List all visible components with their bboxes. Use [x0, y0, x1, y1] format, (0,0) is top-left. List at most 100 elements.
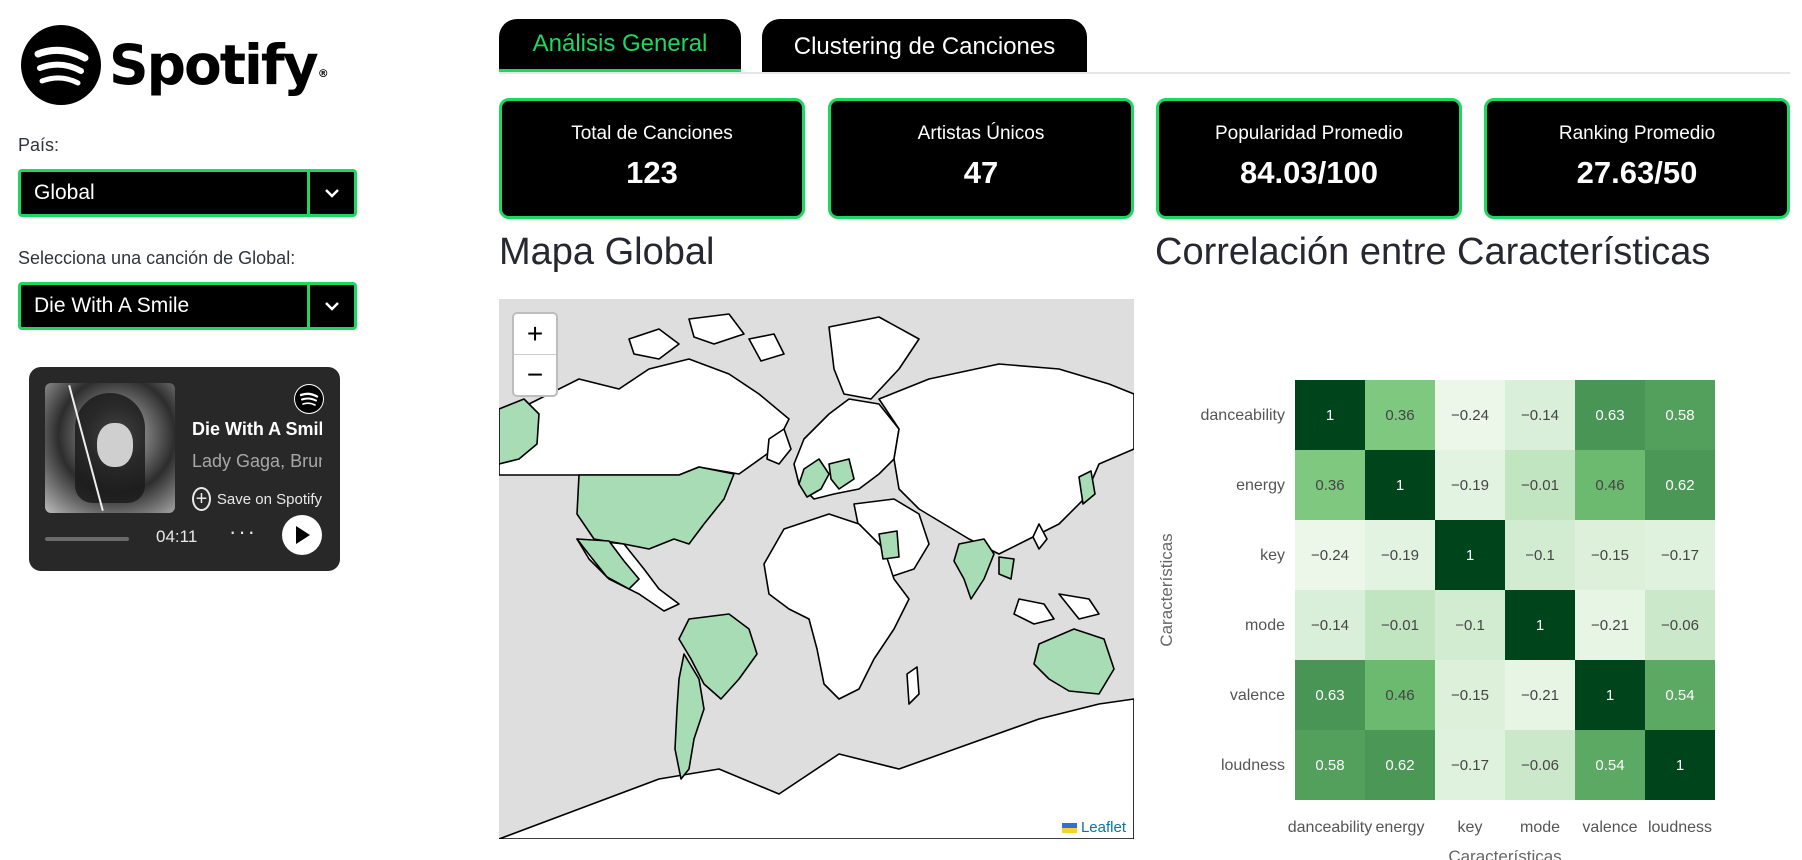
heatmap-cell-label: −0.24 — [1311, 547, 1349, 564]
album-cover[interactable] — [45, 383, 175, 513]
spotify-icon — [21, 25, 101, 105]
heatmap-cell-label: 1 — [1326, 407, 1334, 424]
spotify-icon[interactable] — [294, 384, 324, 414]
heatmap-cell-label: −0.1 — [1455, 617, 1485, 634]
zoom-out-button[interactable]: − — [514, 354, 556, 395]
metric-value: 123 — [626, 155, 678, 190]
world-map[interactable]: + − Leaflet — [499, 299, 1134, 839]
save-on-spotify-button[interactable]: + Save on Spotify — [192, 487, 322, 511]
heatmap-cell-label: −0.06 — [1521, 757, 1559, 774]
y-tick-label: danceability — [1201, 407, 1286, 424]
zoom-control[interactable]: + − — [512, 312, 558, 397]
y-tick-label: energy — [1236, 477, 1285, 494]
metric-label: Popularidad Promedio — [1214, 123, 1403, 144]
country-select-value: Global — [34, 181, 95, 204]
metric-value: 27.63/50 — [1576, 155, 1698, 190]
song-label: Selecciona una canción de Global: — [18, 248, 296, 268]
heatmap-cell-label: −0.21 — [1591, 617, 1629, 634]
heatmap-cell-label: 0.58 — [1665, 407, 1694, 424]
x-tick-label: energy — [1376, 819, 1425, 836]
heatmap-cell-label: −0.17 — [1661, 547, 1699, 564]
heatmap-cell-label: 1 — [1606, 687, 1614, 704]
zoom-in-button[interactable]: + — [514, 314, 556, 354]
metric-total-canciones: Total de Canciones 123 — [499, 98, 805, 219]
heatmap-cell-label: −0.24 — [1451, 407, 1489, 424]
heatmap-cell-label: 0.62 — [1665, 477, 1694, 494]
heatmap-cell-label: −0.19 — [1451, 477, 1489, 494]
y-tick-label: key — [1260, 547, 1285, 564]
metric-label: Total de Canciones — [571, 123, 733, 144]
logo-wordmark: Spotify — [109, 32, 319, 97]
chevron-down-icon[interactable] — [307, 285, 354, 327]
heatmap-cell-label: −0.21 — [1521, 687, 1559, 704]
heatmap-cell-label: −0.06 — [1661, 617, 1699, 634]
tab-divider — [499, 72, 1790, 74]
heatmap-cell-label: −0.15 — [1451, 687, 1489, 704]
x-tick-label: key — [1458, 819, 1483, 836]
heatmap-title: Correlación entre Características — [1155, 231, 1711, 273]
tab-analisis-general[interactable]: Análisis General — [499, 19, 741, 74]
heatmap-cell-label: 1 — [1396, 477, 1404, 494]
track-artists[interactable]: Lady Gaga, Bruno Mars — [192, 451, 322, 472]
progress-bar[interactable] — [45, 537, 129, 541]
heatmap-cell-label: −0.19 — [1381, 547, 1419, 564]
spotify-logo: Spotify ® — [21, 25, 329, 105]
x-tick-label: valence — [1582, 819, 1637, 836]
chevron-down-icon[interactable] — [307, 172, 354, 214]
song-select-value: Die With A Smile — [34, 294, 190, 317]
heatmap-cell-label: 0.63 — [1595, 407, 1624, 424]
save-label: Save on Spotify — [216, 490, 322, 508]
x-axis-title: Características — [1448, 847, 1561, 860]
heatmap-cell-label: 0.58 — [1315, 757, 1344, 774]
y-tick-label: valence — [1230, 687, 1285, 704]
heatmap-cell-label: 0.46 — [1595, 477, 1624, 494]
metric-ranking: Ranking Promedio 27.63/50 — [1484, 98, 1790, 219]
metric-value: 47 — [963, 155, 999, 190]
x-tick-label: loudness — [1648, 819, 1712, 836]
attribution-link[interactable]: Leaflet — [1081, 819, 1126, 836]
map-title: Mapa Global — [499, 231, 715, 273]
heatmap-cell-label: 0.62 — [1385, 757, 1414, 774]
ukraine-flag-icon — [1061, 822, 1077, 833]
track-duration: 04:11 — [156, 527, 198, 546]
y-axis-title: Características — [1157, 533, 1176, 646]
tab-clustering[interactable]: Clustering de Canciones — [762, 19, 1087, 74]
metric-label: Artistas Únicos — [917, 123, 1045, 144]
heatmap-cell-label: 1 — [1536, 617, 1544, 634]
add-circle-icon: + — [192, 487, 211, 511]
track-title[interactable]: Die With A Smile — [192, 419, 322, 440]
heatmap-cell-label: 1 — [1466, 547, 1474, 564]
metric-value: 84.03/100 — [1240, 155, 1378, 190]
play-icon — [296, 526, 310, 544]
heatmap-cell-label: 0.54 — [1595, 757, 1624, 774]
correlation-heatmap[interactable]: 1 0.36 −0.24 −0.14 0.63 0.58 0.36 1 −0.19 −0.01 0.… — [1150, 300, 1800, 860]
metric-popularidad: Popularidad Promedio 84.03/100 — [1156, 98, 1462, 219]
metric-label: Ranking Promedio — [1558, 123, 1716, 144]
heatmap-cell-label: −0.01 — [1381, 617, 1419, 634]
heatmap-cell-label: 0.46 — [1385, 687, 1414, 704]
heatmap-cell-label: −0.1 — [1525, 547, 1555, 564]
spotify-embed-player[interactable]: Die With A Smile Lady Gaga, Bruno Mars +… — [29, 367, 340, 571]
country-select[interactable]: Global — [18, 169, 357, 217]
metric-artistas-unicos: Artistas Únicos 47 — [828, 98, 1134, 219]
heatmap-cell-label: 1 — [1676, 757, 1684, 774]
registered-mark: ® — [317, 66, 329, 80]
heatmap-cell-label: −0.17 — [1451, 757, 1489, 774]
leaflet-attribution[interactable]: Leaflet — [1057, 818, 1130, 837]
world-map-shapes — [499, 313, 1134, 839]
heatmap-cell-label: −0.01 — [1521, 477, 1559, 494]
x-tick-label: danceability — [1288, 819, 1373, 836]
heatmap-cell-label: 0.36 — [1315, 477, 1344, 494]
heatmap-cell-label: 0.63 — [1315, 687, 1344, 704]
more-options-icon[interactable]: ··· — [229, 519, 257, 545]
heatmap-cell-label: −0.14 — [1521, 407, 1559, 424]
heatmap-cell-label: 0.54 — [1665, 687, 1694, 704]
y-tick-label: mode — [1245, 617, 1285, 634]
x-tick-label: mode — [1520, 819, 1560, 836]
heatmap-cell-label: 0.36 — [1385, 407, 1414, 424]
country-label: País: — [18, 135, 60, 155]
heatmap-cell-label: −0.15 — [1591, 547, 1629, 564]
heatmap-cell-label: −0.14 — [1311, 617, 1349, 634]
song-select[interactable]: Die With A Smile — [18, 282, 357, 330]
play-button[interactable] — [282, 515, 322, 555]
